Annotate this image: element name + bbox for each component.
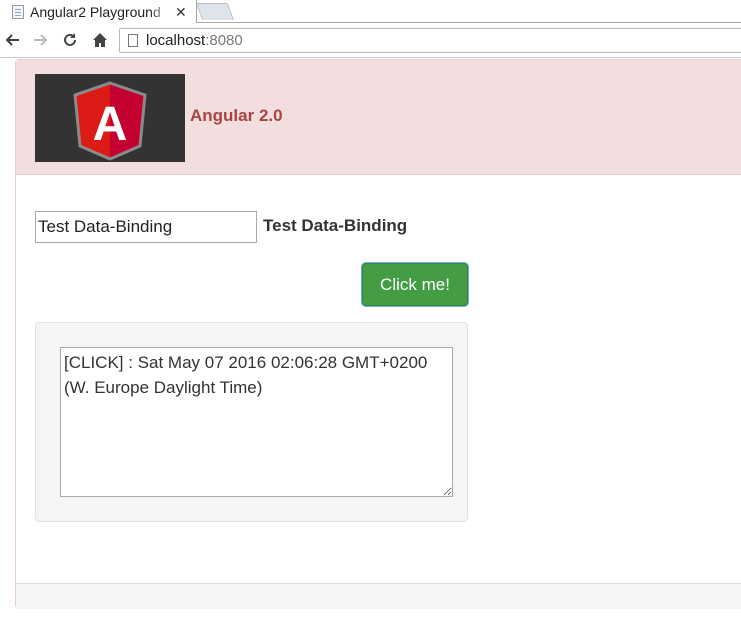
back-arrow-icon[interactable]	[1, 28, 23, 52]
forward-arrow-icon[interactable]	[30, 28, 52, 52]
tab-title: Angular2 Playground	[30, 3, 161, 20]
logo-letter: A	[93, 98, 128, 151]
address-bar[interactable]: localhost:8080	[119, 28, 741, 53]
browser-toolbar: localhost:8080	[0, 24, 741, 58]
browser-tab[interactable]: Angular2 Playground ✕	[0, 0, 197, 23]
tab-strip-divider	[197, 22, 741, 23]
app-panel: A Angular 2.0 Test Data-Binding Click me…	[15, 59, 741, 609]
page-icon	[128, 34, 138, 47]
panel-footer	[16, 583, 741, 609]
reload-icon[interactable]	[59, 28, 81, 52]
panel-heading: A Angular 2.0	[16, 60, 741, 175]
new-tab-button[interactable]	[195, 3, 235, 20]
angular-logo: A	[35, 74, 185, 162]
page-title: Angular 2.0	[190, 106, 283, 125]
document-icon	[12, 4, 24, 19]
click-log-textarea[interactable]: [CLICK] : Sat May 07 2016 02:06:28 GMT+0…	[60, 347, 453, 497]
page-viewport: A Angular 2.0 Test Data-Binding Click me…	[0, 58, 741, 623]
tab-strip: Angular2 Playground ✕	[0, 0, 741, 24]
url-host: localhost	[146, 32, 206, 49]
close-tab-icon[interactable]: ✕	[175, 5, 187, 19]
home-icon[interactable]	[89, 28, 111, 52]
click-me-button[interactable]: Click me!	[362, 263, 468, 306]
bound-text-output: Test Data-Binding	[263, 216, 408, 235]
data-binding-input[interactable]	[35, 211, 257, 243]
log-well: [CLICK] : Sat May 07 2016 02:06:28 GMT+0…	[35, 322, 468, 522]
url-port: :8080	[205, 32, 243, 49]
